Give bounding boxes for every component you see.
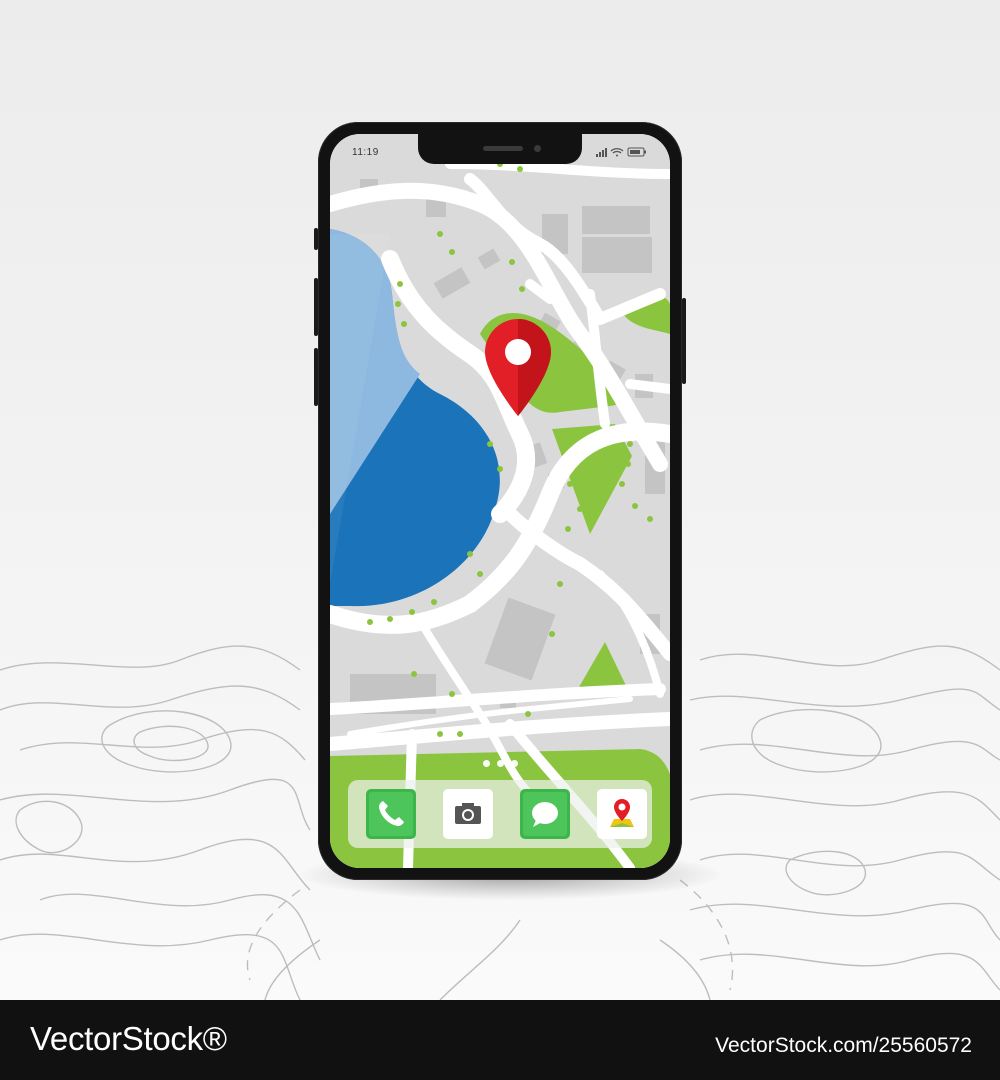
page-dot [510, 760, 518, 767]
front-camera [534, 145, 541, 152]
status-time: 11:19 [352, 147, 379, 158]
phone-app[interactable] [366, 789, 416, 839]
signal-icon [596, 148, 607, 157]
wifi-icon [610, 148, 624, 157]
messages-app[interactable] [520, 789, 570, 839]
phone-screen: 11:19 [330, 134, 670, 868]
page-indicator[interactable] [478, 760, 522, 768]
page-dot [482, 760, 490, 767]
power-button [682, 298, 686, 384]
mute-switch [314, 228, 318, 250]
volume-down-button [314, 348, 318, 406]
map-pin-icon [597, 789, 647, 839]
smartphone: 11:19 [314, 122, 686, 880]
phone-icon [366, 789, 416, 839]
chat-bubble-icon [520, 789, 570, 839]
camera-icon [443, 789, 493, 839]
page-dot [496, 760, 504, 767]
camera-app[interactable] [443, 789, 493, 839]
app-dock [348, 780, 652, 848]
volume-up-button [314, 278, 318, 336]
map-view[interactable] [330, 134, 670, 868]
battery-icon [627, 147, 646, 157]
watermark-brand: VectorStock® [30, 1020, 227, 1057]
watermark-id: VectorStock.com/25560572 [715, 1034, 972, 1057]
earpiece-speaker [483, 146, 523, 151]
watermark-bar: VectorStock® VectorStock.com/25560572 [0, 1000, 1000, 1080]
maps-app[interactable] [597, 789, 647, 839]
notch [418, 134, 582, 164]
status-icons [596, 147, 646, 157]
